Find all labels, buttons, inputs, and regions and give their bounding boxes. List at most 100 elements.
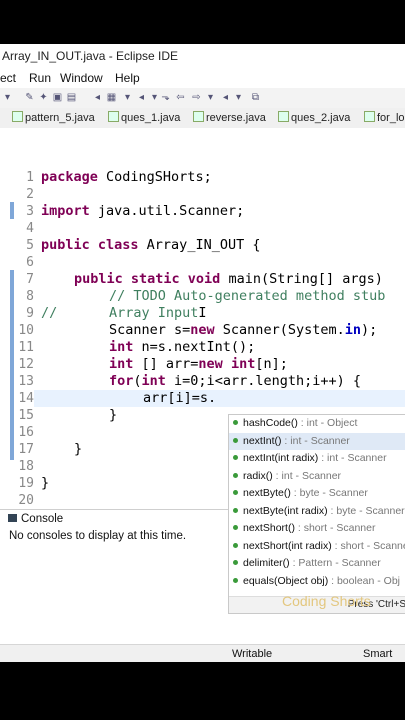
pin-icon[interactable]: ✎	[24, 92, 35, 103]
status-bar: Writable Smart Ins	[0, 644, 405, 662]
code-line-19: }	[41, 475, 50, 491]
menu-item-help[interactable]: Help	[115, 71, 140, 85]
line-number: 19	[18, 476, 34, 491]
public-method-icon	[233, 560, 238, 565]
completion-item[interactable]: delimiter() : Pattern - Scanner	[229, 555, 405, 573]
completion-item[interactable]: nextInt(int radix) : int - Scanner	[229, 450, 405, 468]
line-number: 4	[26, 221, 34, 236]
highlight-icon[interactable]: ✦	[38, 92, 49, 103]
line-number: 13	[18, 374, 34, 389]
line-number: 1	[26, 170, 34, 185]
line-number: 16	[18, 425, 34, 440]
autocomplete-popup: hashCode() : int - Object nextInt() : in…	[228, 414, 405, 614]
console-view: Console No consoles to display at this t…	[0, 509, 228, 650]
code-line-1: package CodingSHorts;	[41, 169, 212, 185]
line-number: 17	[18, 442, 34, 457]
public-method-icon	[233, 577, 238, 583]
console-icon	[8, 514, 17, 522]
text-cursor-icon: I	[198, 305, 207, 321]
back-icon[interactable]: ◂	[92, 92, 103, 103]
public-method-icon	[233, 542, 238, 548]
arrow-icon[interactable]: ▾	[2, 92, 13, 103]
back-nav-icon[interactable]: ⇦	[175, 92, 186, 103]
public-method-icon	[233, 437, 238, 443]
dropdown-icon[interactable]: ▾	[149, 92, 160, 103]
window-title: Array_IN_OUT.java - Eclipse IDE	[2, 49, 179, 63]
completion-item[interactable]: radix() : int - Scanner	[229, 468, 405, 486]
line-number: 15	[18, 408, 34, 423]
back-history-icon[interactable]: ◂	[220, 92, 231, 103]
code-line-14: arr[i]=s.	[143, 390, 217, 406]
line-number: 20	[18, 493, 34, 508]
tab-for-loop[interactable]: for_lo	[364, 111, 405, 124]
completion-item[interactable]: hashCode() : int - Object	[229, 415, 405, 433]
java-file-icon	[193, 111, 204, 122]
code-line-8: // TODO Auto-generated method stub	[109, 288, 386, 304]
code-line-17: }	[74, 441, 83, 457]
console-message: No consoles to display at this time.	[9, 530, 187, 542]
title-bar: Array_IN_OUT.java - Eclipse IDE	[0, 44, 405, 68]
completion-item-selected[interactable]: nextInt() : int - Scanner	[229, 432, 405, 450]
block-icon[interactable]: ▤	[66, 92, 77, 103]
forward-nav-icon[interactable]: ⇨	[191, 92, 202, 103]
code-line-3: import java.util.Scanner;	[41, 203, 245, 219]
code-line-13: for(int i=0;i<arr.length;i++) {	[109, 373, 361, 389]
public-method-icon	[233, 525, 238, 530]
tab-reverse[interactable]: reverse.java	[193, 111, 266, 124]
next-annotation-icon[interactable]: ⬎	[160, 92, 171, 103]
code-line-15: }	[109, 407, 118, 423]
code-line-9: Array InputI	[109, 305, 207, 321]
tab-pattern-5[interactable]: pattern_5.java	[12, 111, 95, 124]
line-number: 12	[18, 357, 34, 372]
tab-ques-2[interactable]: ques_2.java	[278, 111, 350, 124]
line-number: 9	[26, 306, 34, 321]
menu-item-window[interactable]: Window	[60, 71, 103, 85]
status-insert-mode: Smart Ins	[363, 648, 393, 660]
public-method-icon	[233, 472, 238, 478]
chevron-down-icon[interactable]: ▾	[205, 92, 216, 103]
menu-item-project[interactable]: ect	[0, 71, 16, 85]
mark-icon[interactable]: ▣	[52, 92, 63, 103]
code-line-5: public class Array_IN_OUT {	[41, 237, 261, 253]
public-method-icon	[233, 455, 238, 460]
code-line-10: Scanner s=new Scanner(System.in);	[109, 322, 378, 338]
completion-item[interactable]: nextShort() : short - Scanner	[229, 520, 405, 538]
line-number: 2	[26, 187, 34, 202]
line-number: 7	[26, 272, 34, 287]
status-writable: Writable	[232, 648, 273, 660]
eclipse-window: Array_IN_OUT.java - Eclipse IDE ect Run …	[0, 44, 405, 662]
completion-item[interactable]: nextByte(int radix) : byte - Scanner	[229, 503, 405, 521]
completion-item[interactable]: nextShort(int radix) : short - Scanner	[229, 538, 405, 556]
editor-tabs: pattern_5.java ques_1.java reverse.java …	[0, 108, 405, 129]
chevron-down-icon[interactable]: ▾	[233, 92, 244, 103]
public-method-icon	[233, 420, 238, 425]
open-perspective-icon[interactable]: ⧉	[250, 92, 261, 103]
code-line-11: int n=s.nextInt();	[109, 339, 256, 355]
line-number: 11	[18, 340, 34, 355]
code-line-7: public static void main(String[] args)	[74, 271, 383, 287]
current-line-highlight	[34, 390, 405, 407]
java-file-icon	[278, 111, 289, 122]
java-file-icon	[364, 111, 375, 122]
line-number: 5	[26, 238, 34, 253]
code-line-9-prefix: //	[41, 305, 58, 321]
line-number: 18	[18, 459, 34, 474]
line-number: 14	[18, 391, 34, 406]
line-number: 8	[26, 289, 34, 304]
java-file-icon	[108, 111, 119, 122]
public-method-icon	[233, 490, 238, 495]
task-icon[interactable]: ▦	[106, 92, 117, 103]
tab-console[interactable]: Console	[8, 510, 63, 528]
line-number: 6	[26, 255, 34, 270]
completion-item[interactable]: nextByte() : byte - Scanner	[229, 485, 405, 503]
line-number: 3	[26, 204, 34, 219]
tab-ques-1[interactable]: ques_1.java	[108, 111, 180, 124]
line-number: 10	[18, 323, 34, 338]
menu-item-run[interactable]: Run	[29, 71, 51, 85]
prev-annotation-icon[interactable]: ◂	[136, 92, 147, 103]
menu-bar: ect Run Window Help	[0, 68, 405, 88]
code-line-12: int [] arr=new int[n];	[109, 356, 288, 372]
chevron-down-icon[interactable]: ▾	[122, 92, 133, 103]
completion-item[interactable]: equals(Object obj) : boolean - Obj	[229, 573, 405, 591]
java-file-icon	[12, 111, 23, 122]
